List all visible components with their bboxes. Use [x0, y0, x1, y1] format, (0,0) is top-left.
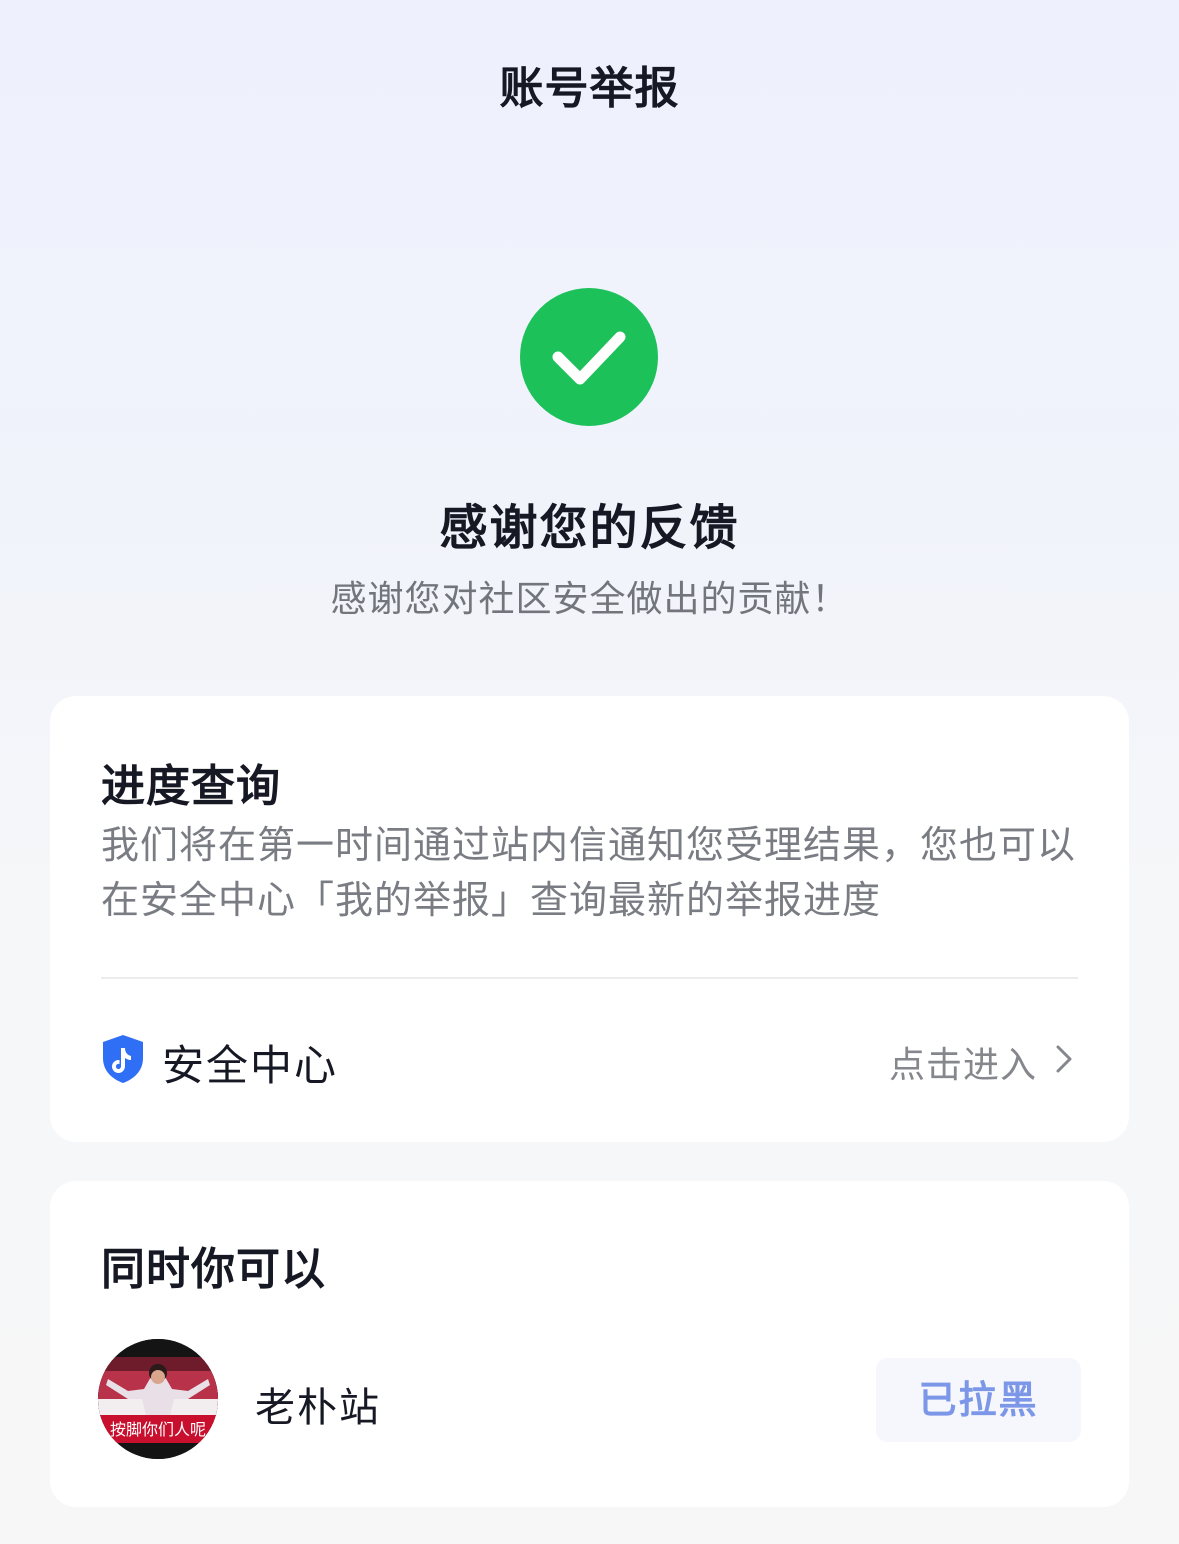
- suggestions-title: 同时你可以: [101, 1244, 326, 1295]
- blocked-button[interactable]: 已拉黑: [876, 1358, 1081, 1442]
- avatar-caption: 按脚你们人呢: [110, 1420, 206, 1439]
- page-title: 账号举报: [499, 63, 680, 114]
- progress-title: 进度查询: [101, 761, 281, 812]
- chevron-right-icon: [1054, 1043, 1074, 1075]
- result-subtitle: 感谢您对社区安全做出的贡献！: [330, 579, 849, 620]
- enter-label: 点击进入: [888, 1045, 1037, 1086]
- progress-card: 进度查询 我们将在第一时间通过站内信通知您受理结果，您也可以在安全中心「我的举报…: [50, 696, 1129, 1142]
- shield-icon: [101, 1034, 145, 1084]
- suggestions-card: 同时你可以 按脚你们人呢 老朴站 已拉黑: [50, 1181, 1129, 1507]
- progress-description: 我们将在第一时间通过站内信通知您受理结果，您也可以在安全中心「我的举报」查询最新…: [101, 823, 1077, 922]
- result-title: 感谢您的反馈: [439, 500, 740, 556]
- security-center-link[interactable]: 安全中心 点击进入: [50, 979, 1129, 1142]
- reported-user-row: 按脚你们人呢 老朴站 已拉黑: [50, 1339, 1129, 1461]
- security-center-label: 安全中心: [162, 1041, 339, 1090]
- avatar[interactable]: 按脚你们人呢: [98, 1339, 218, 1459]
- user-name[interactable]: 老朴站: [255, 1375, 381, 1433]
- check-circle-icon: [520, 288, 658, 426]
